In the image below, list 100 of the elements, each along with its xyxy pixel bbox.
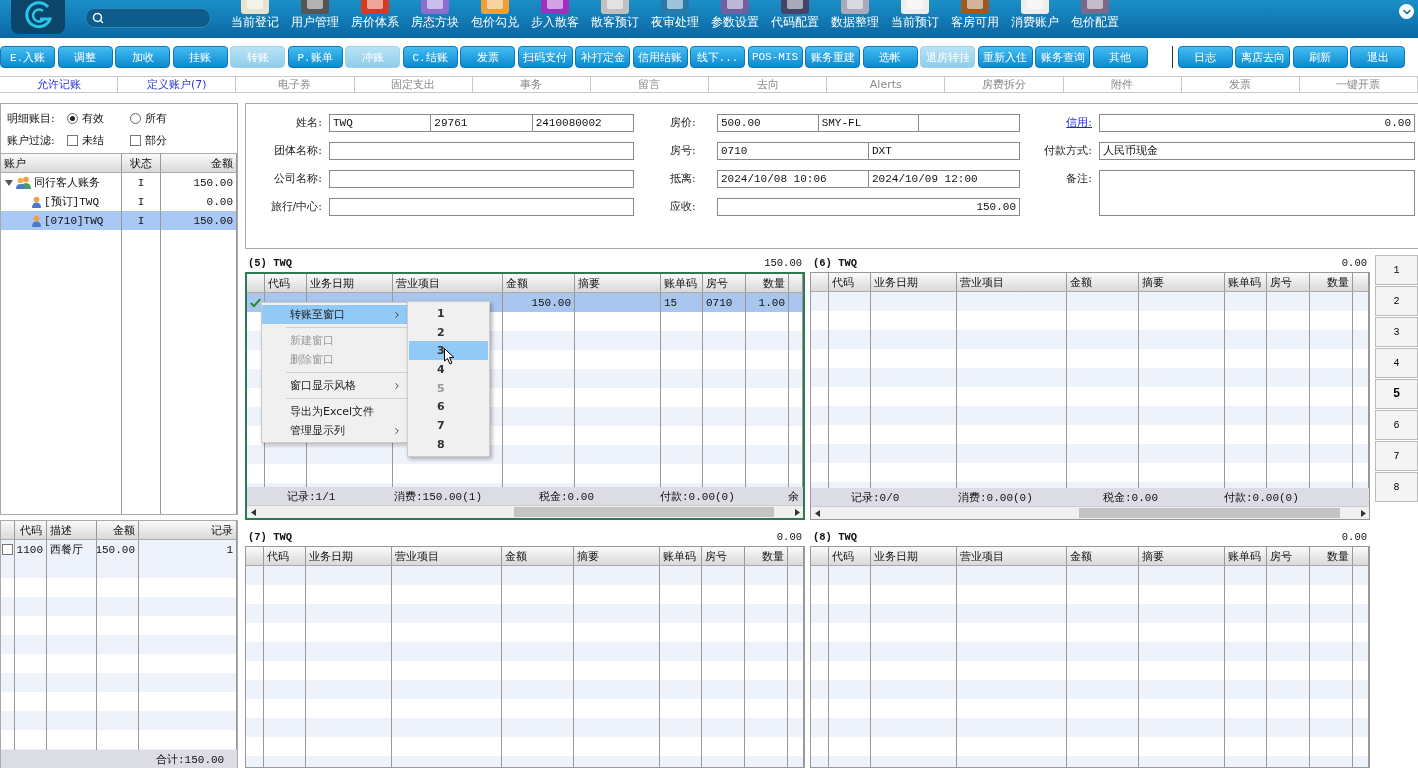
tab[interactable]: 事务: [471, 76, 591, 93]
menu-item[interactable]: 6: [409, 397, 488, 417]
input-field[interactable]: 29761: [430, 114, 533, 132]
window-button[interactable]: 5: [1375, 379, 1418, 409]
action-button[interactable]: 退出: [1350, 46, 1405, 68]
toolbar-button[interactable]: 包价勾兑: [465, 0, 525, 30]
input-field[interactable]: [329, 142, 634, 160]
input-field[interactable]: 2024/10/08 10:06: [717, 170, 869, 188]
field-link[interactable]: 信用:: [1022, 114, 1092, 132]
window-button[interactable]: 2: [1375, 286, 1418, 316]
expand-icon[interactable]: [1399, 4, 1414, 19]
action-button[interactable]: 账务查询: [1035, 46, 1090, 68]
horizontal-scrollbar[interactable]: [247, 505, 803, 518]
menu-item[interactable]: 8: [409, 434, 488, 454]
scroll-right-arrow-icon[interactable]: [1359, 509, 1366, 517]
menu-item[interactable]: 3: [409, 341, 488, 361]
action-button[interactable]: 调整: [57, 46, 113, 68]
toolbar-button[interactable]: 代码配置: [765, 0, 825, 30]
menu-item[interactable]: 转账至窗口: [262, 305, 408, 324]
radio-button[interactable]: [130, 112, 141, 124]
input-field[interactable]: 0.00: [1099, 114, 1415, 132]
action-button[interactable]: POS-MIS: [747, 46, 803, 68]
scroll-right-arrow-icon[interactable]: [793, 508, 800, 516]
collapse-triangle-icon[interactable]: [5, 178, 13, 187]
action-button[interactable]: 线下...: [690, 46, 745, 68]
action-button[interactable]: 重新入住: [977, 46, 1033, 68]
tab[interactable]: 去向: [708, 76, 828, 93]
input-field[interactable]: 人民币现金: [1099, 142, 1415, 160]
action-button[interactable]: 补打定金: [575, 46, 630, 68]
toolbar-button[interactable]: 夜审处理: [645, 0, 705, 30]
menu-item[interactable]: 窗口显示风格: [262, 376, 408, 395]
input-field[interactable]: 150.00: [717, 198, 1020, 216]
toolbar-button[interactable]: 参数设置: [705, 0, 765, 30]
action-button[interactable]: E.入账: [0, 46, 55, 68]
action-button[interactable]: 账务重建: [805, 46, 860, 68]
menu-item[interactable]: 导出为Excel文件: [262, 402, 408, 421]
tree-row[interactable]: [0710]TWQ I 150.00: [1, 211, 237, 230]
checkbox[interactable]: [130, 134, 141, 146]
input-field[interactable]: [329, 198, 634, 216]
memo-field[interactable]: [1099, 170, 1415, 216]
menu-item[interactable]: 2: [409, 322, 488, 342]
toolbar-button[interactable]: 当前登记: [225, 0, 285, 30]
action-button[interactable]: 刷新: [1292, 46, 1348, 68]
input-field[interactable]: 2410080002: [531, 114, 634, 132]
input-field[interactable]: [918, 114, 1020, 132]
column-header: 数量: [745, 547, 788, 565]
input-field[interactable]: [329, 170, 634, 188]
checkbox[interactable]: [67, 134, 78, 146]
input-field[interactable]: TWQ: [329, 114, 432, 132]
input-field[interactable]: 0710: [717, 142, 869, 160]
radio-button[interactable]: [67, 112, 78, 124]
toolbar-button[interactable]: 散客预订: [585, 0, 645, 30]
action-button[interactable]: 选帐: [862, 46, 918, 68]
input-field[interactable]: SMY-FL: [817, 114, 920, 132]
window-button[interactable]: 3: [1375, 317, 1418, 347]
menu-item[interactable]: 管理显示列: [262, 421, 408, 440]
window-button[interactable]: 7: [1375, 441, 1418, 471]
scroll-left-arrow-icon[interactable]: [814, 509, 821, 517]
checkbox[interactable]: [2, 544, 13, 555]
input-field[interactable]: 500.00: [717, 114, 819, 132]
toolbar-button[interactable]: 用户管理: [285, 0, 345, 30]
toolbar-button[interactable]: 房价体系: [345, 0, 405, 30]
action-button[interactable]: 日志: [1177, 46, 1233, 68]
toolbar-button[interactable]: 包价配置: [1065, 0, 1125, 30]
tab[interactable]: 一键开票: [1298, 76, 1418, 93]
menu-item[interactable]: 7: [409, 416, 488, 435]
window-button[interactable]: 6: [1375, 410, 1418, 440]
action-button[interactable]: 其他: [1092, 46, 1148, 68]
window-button[interactable]: 4: [1375, 348, 1418, 378]
tab[interactable]: 电子券: [235, 76, 355, 93]
tab[interactable]: 房费拆分: [944, 76, 1064, 93]
toolbar-button[interactable]: 客房可用: [945, 0, 1005, 30]
tab[interactable]: Alerts: [826, 76, 946, 93]
action-button[interactable]: P.账单: [287, 46, 343, 68]
action-button[interactable]: 发票: [460, 46, 515, 68]
window-button[interactable]: 1: [1375, 255, 1418, 285]
toolbar-button[interactable]: 房态方块: [405, 0, 465, 30]
input-field[interactable]: 2024/10/09 12:00: [868, 170, 1020, 188]
tab[interactable]: 留言: [589, 76, 710, 93]
toolbar-button[interactable]: 当前预订: [885, 0, 945, 30]
tab[interactable]: 固定支出: [353, 76, 473, 93]
tab[interactable]: 附件: [1062, 76, 1182, 93]
toolbar-button[interactable]: 步入散客: [525, 0, 585, 30]
window-button[interactable]: 8: [1375, 472, 1418, 502]
menu-item[interactable]: 4: [409, 360, 488, 379]
action-button[interactable]: 加收: [115, 46, 170, 68]
action-button[interactable]: 挂账: [172, 46, 228, 68]
scroll-left-arrow-icon[interactable]: [250, 508, 257, 516]
horizontal-scrollbar[interactable]: [811, 506, 1369, 519]
action-button[interactable]: 离店去向: [1235, 46, 1290, 68]
action-button[interactable]: 扫码支付: [517, 46, 573, 68]
tab[interactable]: 允许记账: [0, 76, 119, 93]
toolbar-button[interactable]: 数据整理: [825, 0, 885, 30]
input-field[interactable]: DXT: [868, 142, 1020, 160]
tab[interactable]: 发票: [1180, 76, 1300, 93]
toolbar-button[interactable]: 消费账户: [1005, 0, 1065, 30]
action-button[interactable]: C.结账: [402, 46, 458, 68]
action-button[interactable]: 信用结账: [632, 46, 688, 68]
tab[interactable]: 定义账户(7): [117, 76, 237, 93]
search-field[interactable]: [85, 8, 211, 28]
